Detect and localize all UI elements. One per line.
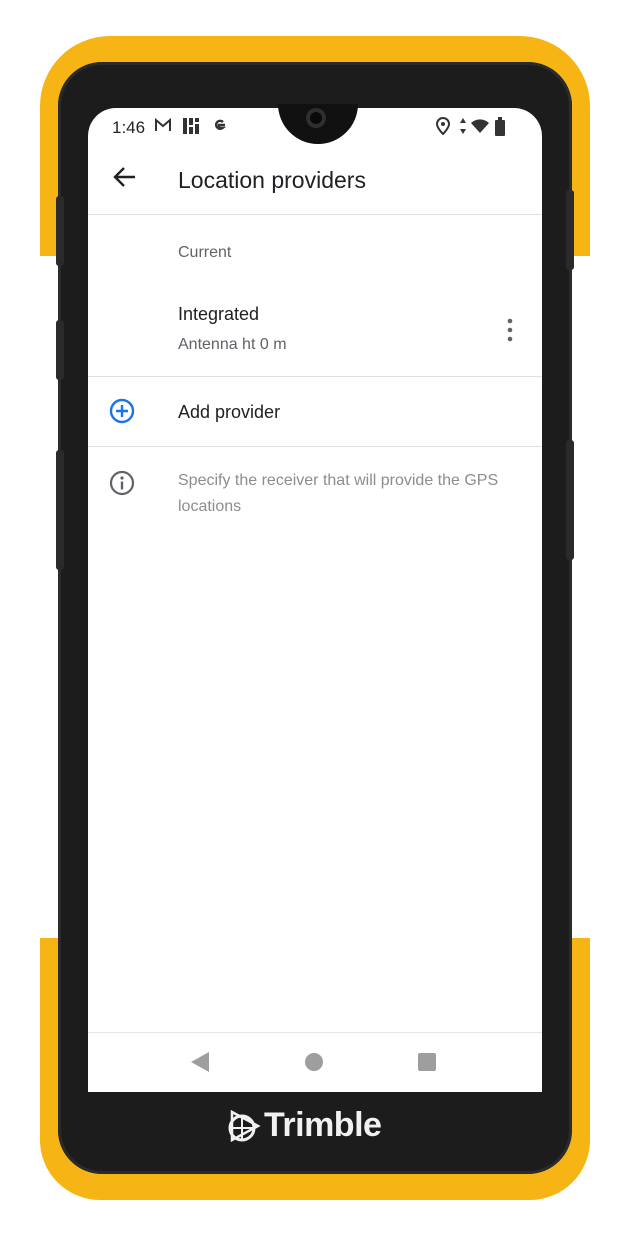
device-side-button <box>566 190 574 270</box>
add-provider-label: Add provider <box>178 402 281 422</box>
data-arrows-icon <box>459 117 467 140</box>
add-provider-button[interactable]: Add provider <box>88 376 542 447</box>
google-icon <box>210 117 228 140</box>
device-side-button <box>56 320 64 380</box>
device-side-button <box>56 196 64 266</box>
app-grid-icon <box>182 117 200 140</box>
back-arrow-icon[interactable] <box>110 162 140 192</box>
trimble-globe-icon <box>226 1108 262 1144</box>
gmail-icon <box>154 117 172 138</box>
section-label-current: Current <box>178 244 232 261</box>
info-icon <box>109 470 135 496</box>
more-options-icon[interactable] <box>504 316 516 344</box>
provider-list-item[interactable]: Integrated Antenna ht 0 m <box>88 288 542 377</box>
provider-name: Integrated <box>178 304 260 324</box>
nav-recents-icon[interactable] <box>418 1053 436 1071</box>
add-circle-icon <box>109 398 135 424</box>
phone-screen: 1:46 Location providers Current Integrat… <box>88 108 542 1092</box>
brand-logo: Trimble <box>226 1104 406 1146</box>
battery-icon <box>494 117 506 142</box>
nav-home-icon[interactable] <box>305 1053 323 1071</box>
page-title: Location providers <box>178 167 366 193</box>
wifi-icon <box>470 117 490 140</box>
front-camera <box>306 108 326 128</box>
status-time: 1:46 <box>112 118 146 137</box>
provider-detail: Antenna ht 0 m <box>178 336 287 353</box>
nav-back-icon[interactable] <box>190 1051 210 1073</box>
device-side-button <box>566 440 574 560</box>
device-side-button <box>56 450 64 570</box>
brand-name: Trimble <box>264 1106 382 1144</box>
info-text: Specify the receiver that will provide t… <box>178 472 499 515</box>
location-pin-icon <box>435 116 451 140</box>
app-bar: Location providers <box>88 148 542 215</box>
system-nav-bar <box>88 1032 542 1092</box>
